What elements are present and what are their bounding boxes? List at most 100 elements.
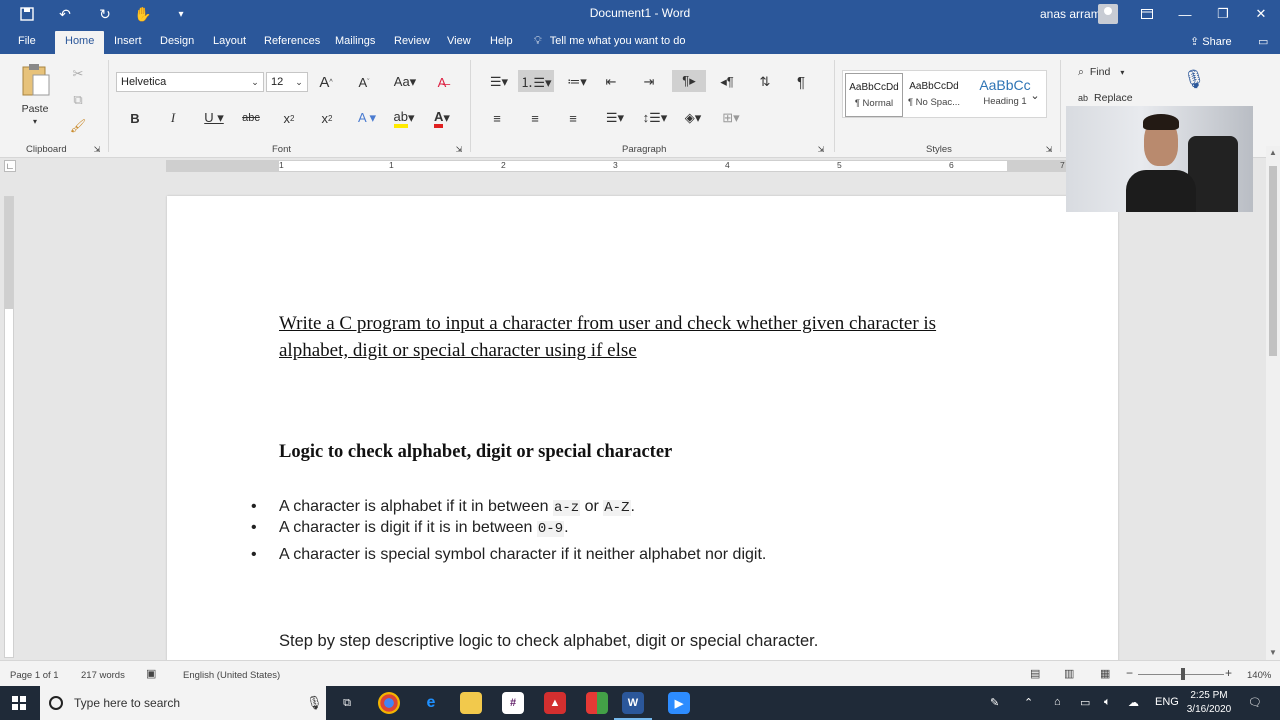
dictate-icon[interactable]: 🎙︎ [1182,64,1206,94]
clock[interactable]: 2:25 PM 3/16/2020 [1184,689,1234,717]
document-page[interactable]: Write a C program to input a character f… [167,196,1118,660]
zoom-level[interactable]: 140% [1247,670,1271,681]
taskbar-search[interactable]: Type here to search 🎙︎ [40,686,326,720]
show-formatting-marks-icon[interactable]: ¶ [790,72,812,92]
borders-icon[interactable]: ⊞▾ [714,108,748,128]
edge-icon[interactable]: e [420,692,442,714]
bullets-icon[interactable]: ☰▾ [484,72,514,92]
tab-file[interactable]: File [8,31,46,54]
microphone-icon[interactable]: 🎙︎ [306,695,323,711]
battery-icon[interactable]: ▭ [1080,696,1090,709]
chrome-icon[interactable] [378,692,400,714]
vertical-ruler[interactable] [4,196,14,658]
user-name[interactable]: anas arram [1040,7,1101,21]
find-button[interactable]: ⌕ Find ▾ [1078,64,1142,80]
ribbon-display-options-icon[interactable] [1128,0,1166,28]
zoom-in-icon[interactable]: + [1225,666,1232,680]
cut-icon[interactable]: ✂ [68,64,88,84]
tab-help[interactable]: Help [480,31,523,54]
print-layout-icon[interactable]: ▥ [1064,667,1074,680]
text-highlight-icon[interactable]: ab ▾ [390,108,418,128]
font-color-icon[interactable]: A ▾ [428,108,456,128]
restore-icon[interactable]: ❐ [1204,0,1242,28]
shading-icon[interactable]: ◈▾ [676,108,710,128]
network-icon[interactable]: ⌂ [1054,696,1061,708]
volume-icon[interactable]: 🔈︎ [1104,696,1111,709]
format-painter-icon[interactable]: 🖌︎ [68,116,88,136]
clear-formatting-icon[interactable]: A̶ [432,72,452,92]
share-button[interactable]: ⇪ Share [1190,35,1232,48]
shrink-font-icon[interactable]: Aˇ [354,72,374,92]
scroll-down-icon[interactable]: ▼ [1269,648,1277,657]
proofing-icon[interactable]: ▣ [146,667,156,680]
text-effects-icon[interactable]: A ▾ [354,108,380,128]
task-view-icon[interactable]: ⧉ [336,692,358,714]
paste-dropdown-icon[interactable]: ▾ [30,116,40,126]
minimize-icon[interactable]: — [1166,0,1204,28]
subscript-icon[interactable]: x2 [280,108,298,128]
bold-icon[interactable]: B [126,108,144,128]
tab-selector-icon[interactable]: ∟ [4,160,16,172]
superscript-icon[interactable]: x2 [318,108,336,128]
italic-icon[interactable]: I [164,108,182,128]
decrease-indent-icon[interactable]: ⇤ [600,72,622,92]
avatar[interactable] [1098,4,1118,24]
vertical-scrollbar[interactable]: ▲ ▼ [1266,146,1280,660]
tab-insert[interactable]: Insert [104,31,152,54]
tab-review[interactable]: Review [384,31,440,54]
styles-launcher-icon[interactable]: ⇲ [1044,144,1054,154]
windows-start-icon[interactable] [12,696,26,710]
paragraph-launcher-icon[interactable]: ⇲ [816,144,826,154]
align-center-icon[interactable]: ≡ [524,108,546,128]
justify-icon[interactable]: ☰▾ [600,108,630,128]
increase-indent-icon[interactable]: ⇥ [638,72,660,92]
word-app-icon[interactable]: W [614,692,652,720]
clipboard-launcher-icon[interactable]: ⇲ [92,144,102,154]
zoom-app-icon[interactable]: ▶ [668,692,690,714]
font-name-dropdown-icon[interactable]: ⌄ [248,74,262,90]
slack-icon[interactable]: # [502,692,524,714]
replace-button[interactable]: ab Replace [1078,90,1142,106]
page-count[interactable]: Page 1 of 1 [10,670,59,681]
acrobat-icon[interactable]: ▲ [544,692,566,714]
tab-mailings[interactable]: Mailings [325,31,385,54]
input-language[interactable]: ENG [1155,696,1179,708]
tell-me-box[interactable]: 💡︎ Tell me what you want to do [534,35,685,48]
rtl-direction-icon[interactable]: ◂¶ [716,72,738,92]
multilevel-list-icon[interactable]: ≔▾ [562,72,592,92]
align-right-icon[interactable]: ≡ [562,108,584,128]
font-name-input[interactable]: Helvetica [116,72,264,92]
underline-icon[interactable]: U ▾ [200,108,228,128]
change-case-icon[interactable]: Aa▾ [392,72,418,92]
web-layout-icon[interactable]: ▦ [1100,667,1110,680]
style-no-spacing[interactable]: AaBbCcDd ¶ No Spac... [905,73,963,117]
file-explorer-icon[interactable] [460,692,482,714]
tab-references[interactable]: References [254,31,330,54]
tab-view[interactable]: View [437,31,481,54]
grow-font-icon[interactable]: A ^ [316,72,336,92]
font-size-dropdown-icon[interactable]: ⌄ [292,74,306,90]
scrollbar-thumb[interactable] [1269,166,1277,356]
pen-icon[interactable]: ✎ [990,696,999,709]
app-icon[interactable] [586,692,608,714]
style-normal[interactable]: AaBbCcDd ¶ Normal [845,73,903,117]
align-left-icon[interactable]: ≡ [486,108,508,128]
onedrive-icon[interactable]: ☁ [1128,696,1139,709]
ltr-direction-icon[interactable]: ¶▸ [672,70,706,92]
tab-design[interactable]: Design [150,31,204,54]
tray-chevron-icon[interactable]: ⌃ [1024,696,1033,709]
strikethrough-icon[interactable]: abc [240,108,262,128]
line-spacing-icon[interactable]: ↕☰▾ [640,108,670,128]
font-launcher-icon[interactable]: ⇲ [454,144,464,154]
paste-button[interactable]: Paste [20,102,50,116]
word-count[interactable]: 217 words [81,670,125,681]
comments-icon[interactable]: ▭ [1248,31,1278,54]
close-icon[interactable]: ✕ [1242,0,1280,28]
numbering-icon[interactable]: ⒈☰▾ [518,70,554,92]
paste-icon[interactable] [18,62,54,100]
read-mode-icon[interactable]: ▤ [1030,667,1040,680]
notifications-icon[interactable]: 🗨︎ [1248,696,1262,709]
tab-home[interactable]: Home [55,31,105,54]
styles-more-icon[interactable]: ⌄ [1026,84,1044,106]
sort-icon[interactable]: ⇅ [754,72,776,92]
